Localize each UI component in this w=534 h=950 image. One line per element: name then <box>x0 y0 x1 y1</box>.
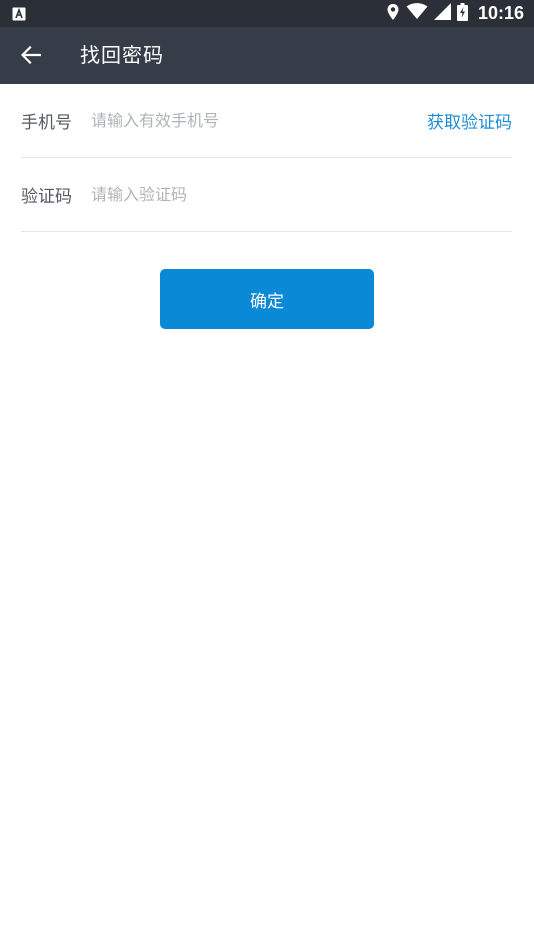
arrow-left-icon <box>21 46 41 64</box>
reset-password-form: 手机号 获取验证码 验证码 <box>21 84 512 232</box>
battery-icon <box>456 2 468 25</box>
wifi-icon <box>406 3 428 24</box>
back-button[interactable] <box>14 40 48 70</box>
signal-icon <box>433 3 451 24</box>
status-bar: 10:16 <box>0 0 534 27</box>
status-time: 10:16 <box>477 3 524 23</box>
phone-label: 手机号 <box>21 113 72 133</box>
page-title: 找回密码 <box>80 43 164 67</box>
confirm-button[interactable]: 确定 <box>160 269 374 329</box>
toolbar: 找回密码 <box>0 27 534 84</box>
phone-input[interactable] <box>91 100 427 141</box>
code-row: 验证码 <box>21 158 512 232</box>
code-input[interactable] <box>91 174 512 215</box>
get-code-button[interactable]: 获取验证码 <box>427 108 512 133</box>
location-icon <box>386 3 400 25</box>
status-icons: 10:16 <box>386 0 524 27</box>
phone-row: 手机号 获取验证码 <box>21 84 512 158</box>
app-notification-icon <box>12 6 26 21</box>
code-label: 验证码 <box>21 187 72 207</box>
